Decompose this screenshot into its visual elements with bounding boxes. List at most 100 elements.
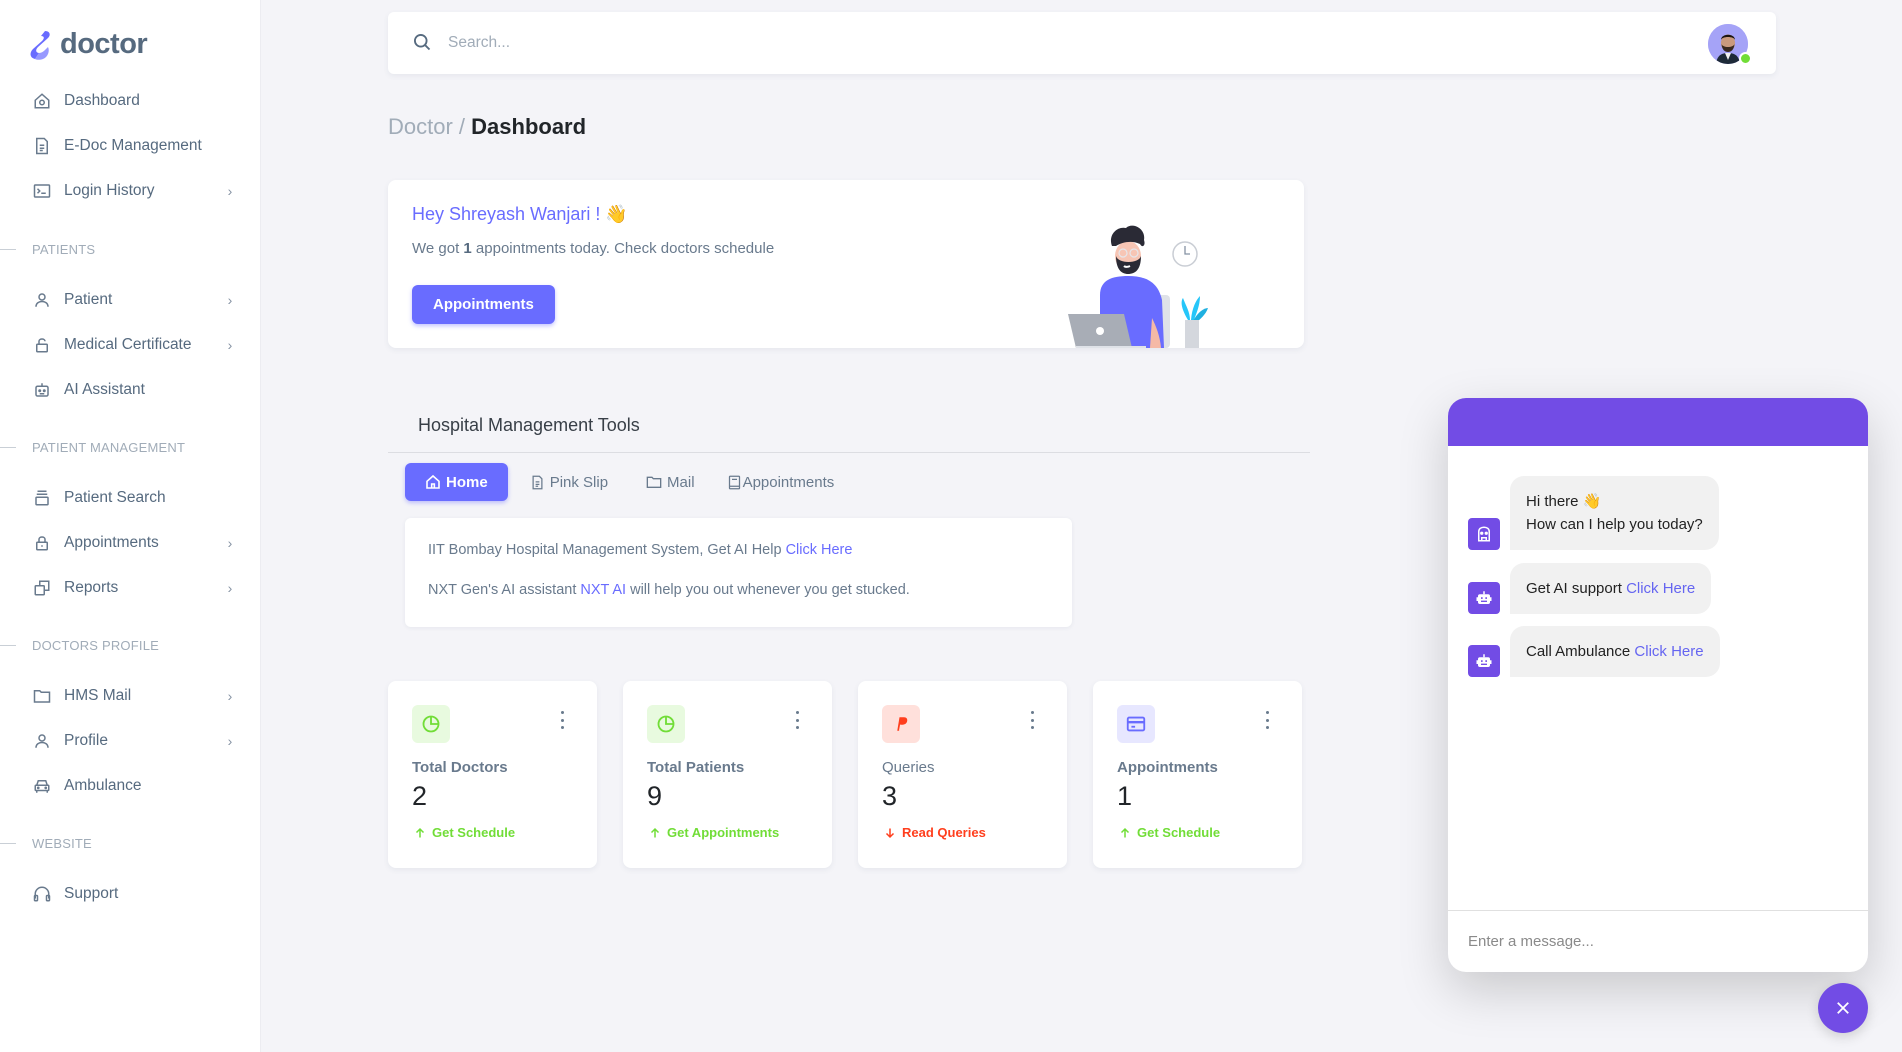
chat-text: Call Ambulance: [1526, 643, 1635, 660]
chevron-right-icon: ›: [227, 580, 233, 596]
sidebar-item-reports[interactable]: Reports ›: [32, 573, 236, 603]
stat-title: Total Doctors: [412, 759, 508, 776]
sidebar-item-label: Patient: [64, 291, 113, 308]
sidebar-item-label: Login History: [64, 182, 155, 199]
pie-chart-icon: [647, 705, 685, 743]
top-navbar: [388, 12, 1776, 74]
nxt-ai-link[interactable]: NXT AI: [580, 582, 626, 598]
stat-link-label: Get Appointments: [667, 825, 780, 840]
section-title: PATIENTS: [32, 242, 96, 257]
chat-text: How can I help you today?: [1526, 516, 1703, 533]
sidebar-item-label: HMS Mail: [64, 687, 132, 704]
more-options-icon[interactable]: [1027, 711, 1037, 729]
arrow-up-icon: [650, 827, 660, 837]
terminal-icon: [32, 181, 52, 201]
call-ambulance-link[interactable]: Click Here: [1634, 643, 1703, 660]
book-icon: [728, 475, 740, 489]
copy-icon: [32, 578, 52, 598]
archive-icon: [32, 488, 52, 508]
more-options-icon[interactable]: [792, 711, 802, 729]
search-input[interactable]: [448, 34, 848, 52]
info-line-2: NXT Gen's AI assistant NXT AI will help …: [428, 582, 910, 598]
sidebar-item-patient-search[interactable]: Patient Search: [32, 483, 236, 513]
chat-bubble: Get AI support Click Here: [1510, 563, 1712, 614]
stat-title: Total Patients: [647, 759, 745, 776]
sidebar-item-support[interactable]: Support: [32, 879, 236, 909]
folder-icon: [32, 686, 52, 706]
chat-bubble: Call Ambulance Click Here: [1510, 626, 1720, 677]
sidebar: doctor Dashboard E-Doc Management Login …: [0, 0, 260, 1052]
get-schedule-link[interactable]: Get Schedule: [414, 825, 515, 840]
chevron-right-icon: ›: [227, 733, 233, 749]
sidebar-item-profile[interactable]: Profile ›: [32, 726, 236, 756]
breadcrumb-parent[interactable]: Doctor: [388, 114, 453, 139]
sidebar-item-patient[interactable]: Patient ›: [32, 285, 236, 315]
chevron-right-icon: ›: [227, 183, 233, 199]
get-schedule-link[interactable]: Get Schedule: [1119, 825, 1220, 840]
tab-appointments[interactable]: Appointments: [719, 463, 849, 501]
sidebar-item-ai-assistant[interactable]: AI Assistant: [32, 375, 236, 405]
sidebar-item-label: E-Doc Management: [64, 137, 202, 154]
tab-pink-slip[interactable]: Pink Slip: [516, 463, 622, 501]
doctor-illustration: [1068, 225, 1208, 348]
sidebar-item-medical-certificate[interactable]: Medical Certificate ›: [32, 330, 236, 360]
chat-input-area: [1448, 910, 1868, 972]
more-options-icon[interactable]: [557, 711, 567, 729]
chat-message: Hi there 👋 How can I help you today?: [1468, 476, 1719, 550]
tab-mail[interactable]: Mail: [632, 463, 709, 501]
section-divider: [0, 843, 16, 844]
home-icon: [32, 91, 52, 111]
chat-text: Get AI support: [1526, 580, 1627, 597]
sidebar-item-login-history[interactable]: Login History ›: [32, 176, 236, 206]
stat-card-total-doctors: Total Doctors 2 Get Schedule: [388, 681, 597, 868]
get-appointments-link[interactable]: Get Appointments: [649, 825, 779, 840]
ai-help-link[interactable]: Click Here: [786, 542, 853, 558]
lock-icon: [32, 533, 52, 553]
section-divider: [388, 452, 1310, 453]
chat-message: Call Ambulance Click Here: [1468, 626, 1720, 677]
arrow-up-icon: [1120, 827, 1130, 837]
sidebar-item-label: Reports: [64, 579, 119, 596]
robot-icon: [1468, 645, 1500, 677]
info-text: IIT Bombay Hospital Management System, G…: [428, 542, 786, 558]
section-divider: [0, 447, 16, 448]
sidebar-item-hms-mail[interactable]: HMS Mail ›: [32, 681, 236, 711]
chatbot-window: Hi there 👋 How can I help you today? Get…: [1448, 398, 1868, 972]
welcome-text: appointments today. Check doctors schedu…: [471, 240, 775, 257]
section-title: PATIENT MANAGEMENT: [32, 440, 186, 455]
file-text-icon: [32, 136, 52, 156]
lock-open-icon: [32, 335, 52, 355]
chevron-right-icon: ›: [227, 337, 233, 353]
stat-card-appointments: Appointments 1 Get Schedule: [1093, 681, 1302, 868]
ai-support-link[interactable]: Click Here: [1626, 580, 1695, 597]
car-icon: [32, 776, 52, 796]
sidebar-item-label: Appointments: [64, 534, 159, 551]
sidebar-item-label: Ambulance: [64, 777, 142, 794]
logo-text: doctor: [60, 28, 148, 60]
chat-close-button[interactable]: [1818, 983, 1868, 1033]
sidebar-item-label: AI Assistant: [64, 381, 145, 398]
tab-content-home: IIT Bombay Hospital Management System, G…: [405, 518, 1072, 627]
sidebar-item-label: Medical Certificate: [64, 336, 192, 353]
welcome-greeting: Hey Shreyash Wanjari ! 👋: [412, 204, 628, 224]
section-title: Hospital Management Tools: [418, 415, 640, 435]
sidebar-item-edoc-management[interactable]: E-Doc Management: [32, 131, 236, 161]
online-status-indicator: [1739, 52, 1752, 65]
sidebar-item-ambulance[interactable]: Ambulance: [32, 771, 236, 801]
appointments-button[interactable]: Appointments: [412, 285, 555, 324]
read-queries-link[interactable]: Read Queries: [884, 825, 986, 840]
chevron-right-icon: ›: [227, 292, 233, 308]
sidebar-item-dashboard[interactable]: Dashboard: [32, 86, 236, 116]
chat-text: Hi there 👋: [1526, 493, 1602, 510]
logo[interactable]: doctor: [30, 28, 148, 61]
tab-home[interactable]: Home: [405, 463, 508, 501]
chat-message-input[interactable]: [1448, 911, 1868, 972]
tab-label: Pink Slip: [549, 473, 609, 491]
page-title: Dashboard: [471, 114, 587, 139]
sidebar-item-appointments[interactable]: Appointments ›: [32, 528, 236, 558]
more-options-icon[interactable]: [1262, 711, 1272, 729]
section-title: DOCTORS PROFILE: [32, 638, 160, 653]
sidebar-section-patients: PATIENTS: [0, 242, 95, 257]
chat-message: Get AI support Click Here: [1468, 563, 1712, 614]
user-icon: [32, 290, 52, 310]
